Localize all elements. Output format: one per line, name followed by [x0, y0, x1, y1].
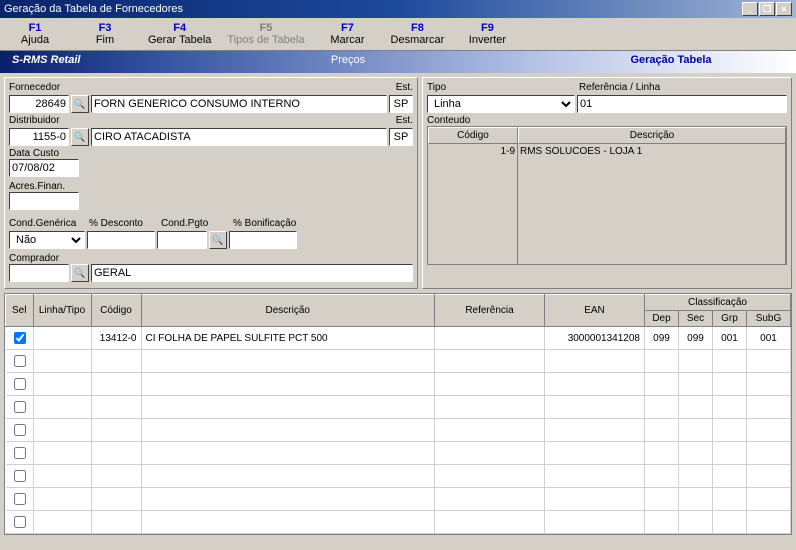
est-label: Est.: [396, 82, 413, 93]
row-sel[interactable]: [14, 516, 26, 528]
conteudo-head-descricao: Descrição: [518, 127, 786, 144]
cond-pgto-lookup[interactable]: 🔍: [209, 231, 227, 249]
tool-ajuda[interactable]: F1Ajuda: [0, 20, 70, 48]
fornecedor-est[interactable]: [389, 95, 413, 113]
table-row[interactable]: [6, 373, 791, 396]
ref-linha-label: Referência / Linha: [579, 82, 660, 93]
ribbon: S-RMS Retail Preços Geração Tabela: [0, 51, 796, 73]
comprador-code[interactable]: [9, 264, 69, 282]
window-title: Geração da Tabela de Fornecedores: [4, 3, 183, 15]
desconto-label: % Desconto: [89, 218, 159, 229]
comprador-lookup[interactable]: 🔍: [71, 264, 89, 282]
distribuidor-lookup[interactable]: 🔍: [71, 128, 89, 146]
fornecedor-label: Fornecedor: [9, 82, 394, 93]
conteudo-row[interactable]: 1-9 RMS SOLUCOES - LOJA 1: [428, 144, 786, 264]
table-row[interactable]: [6, 511, 791, 534]
fornecedor-name[interactable]: [91, 95, 387, 113]
th-descricao: Descrição: [141, 295, 435, 327]
distribuidor-code[interactable]: [9, 128, 69, 146]
th-subg: SubG: [747, 311, 791, 327]
distribuidor-name[interactable]: [91, 128, 387, 146]
row-sel[interactable]: [14, 493, 26, 505]
fornecedor-code[interactable]: [9, 95, 69, 113]
th-grp: Grp: [713, 311, 747, 327]
th-dep: Dep: [645, 311, 679, 327]
th-ean: EAN: [545, 295, 645, 327]
right-panel: Tipo Referência / Linha Linha Conteudo C…: [422, 77, 792, 289]
cond-generica-select[interactable]: Não: [9, 231, 85, 249]
comprador-label: Comprador: [9, 253, 413, 264]
tool-inverter[interactable]: F9Inverter: [452, 20, 522, 48]
close-button[interactable]: ×: [776, 2, 792, 16]
row-sel[interactable]: [14, 378, 26, 390]
ribbon-right: Geração Tabela: [546, 51, 796, 73]
tool-gerar-tabela[interactable]: F4Gerar Tabela: [140, 20, 219, 48]
table-row[interactable]: 13412-0 CI FOLHA DE PAPEL SULFITE PCT 50…: [6, 327, 791, 350]
data-custo-label: Data Custo: [9, 148, 413, 159]
minimize-button[interactable]: _: [742, 2, 758, 16]
table-row[interactable]: [6, 396, 791, 419]
toolbar: F1Ajuda F3Fim F4Gerar Tabela F5Tipos de …: [0, 18, 796, 51]
table-row[interactable]: [6, 488, 791, 511]
table-row[interactable]: [6, 442, 791, 465]
th-linha-tipo: Linha/Tipo: [33, 295, 91, 327]
distribuidor-label: Distribuidor: [9, 115, 394, 126]
cond-pgto[interactable]: [157, 231, 207, 249]
table-row[interactable]: [6, 419, 791, 442]
ribbon-mid: Preços: [150, 51, 546, 73]
table-row[interactable]: [6, 465, 791, 488]
row-sel[interactable]: [14, 424, 26, 436]
th-referencia: Referência: [435, 295, 545, 327]
conteudo-head-codigo: Código: [428, 127, 518, 144]
comprador-name[interactable]: [91, 264, 413, 282]
tipo-label: Tipo: [427, 82, 577, 93]
acres-finan-label: Acres.Finan.: [9, 181, 413, 192]
desconto[interactable]: [87, 231, 155, 249]
conteudo-grid: Código Descrição 1-9 RMS SOLUCOES - LOJA…: [427, 126, 787, 265]
row-sel[interactable]: [14, 447, 26, 459]
main-area: Fornecedor Est. 🔍 Distribuidor Est. 🔍 Da…: [0, 73, 796, 293]
window-buttons: _ ❐ ×: [742, 2, 792, 16]
th-sec: Sec: [679, 311, 713, 327]
titlebar: Geração da Tabela de Fornecedores _ ❐ ×: [0, 0, 796, 18]
distribuidor-est[interactable]: [389, 128, 413, 146]
tool-desmarcar[interactable]: F8Desmarcar: [382, 20, 452, 48]
th-codigo: Código: [91, 295, 141, 327]
row-sel[interactable]: [14, 332, 26, 344]
bonif[interactable]: [229, 231, 297, 249]
tool-tipos-tabela: F5Tipos de Tabela: [219, 20, 312, 48]
conteudo-label: Conteudo: [427, 115, 787, 126]
row-sel[interactable]: [14, 355, 26, 367]
tool-marcar[interactable]: F7Marcar: [312, 20, 382, 48]
acres-finan[interactable]: [9, 192, 79, 210]
row-sel[interactable]: [14, 470, 26, 482]
cond-pgto-label: Cond.Pgto: [161, 218, 231, 229]
main-table: Sel Linha/Tipo Código Descrição Referênc…: [4, 293, 792, 535]
th-sel: Sel: [6, 295, 34, 327]
left-panel: Fornecedor Est. 🔍 Distribuidor Est. 🔍 Da…: [4, 77, 418, 289]
restore-button[interactable]: ❐: [759, 2, 775, 16]
fornecedor-lookup[interactable]: 🔍: [71, 95, 89, 113]
ref-linha[interactable]: [577, 95, 787, 113]
tool-fim[interactable]: F3Fim: [70, 20, 140, 48]
th-classificacao: Classificação: [645, 295, 791, 311]
bonif-label: % Bonificação: [233, 218, 303, 229]
est-label-2: Est.: [396, 115, 413, 126]
cond-generica-label: Cond.Genérica: [9, 218, 87, 229]
ribbon-left: S-RMS Retail: [0, 51, 150, 73]
table-row[interactable]: [6, 350, 791, 373]
row-sel[interactable]: [14, 401, 26, 413]
data-custo[interactable]: [9, 159, 79, 177]
tipo-select[interactable]: Linha: [427, 95, 575, 113]
